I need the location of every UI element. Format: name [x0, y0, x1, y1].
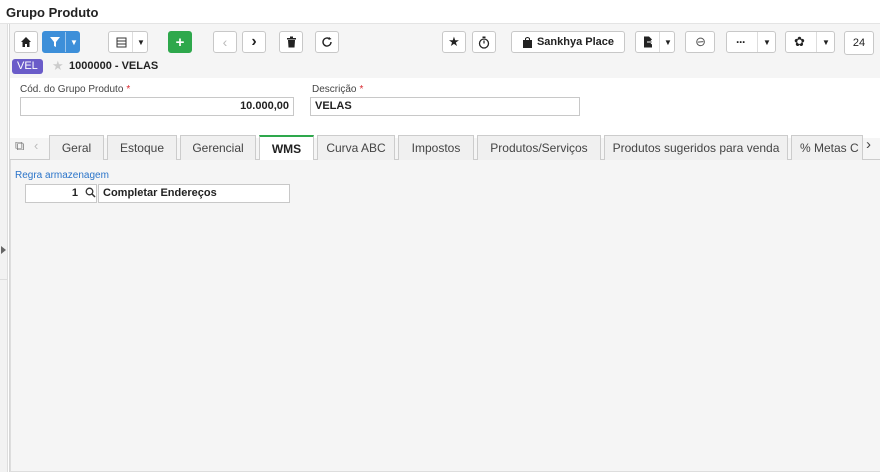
tab-produtos-sugeridos[interactable]: Produtos sugeridos para venda [604, 135, 788, 160]
expand-arrow-icon[interactable] [1, 246, 6, 254]
window-title-bar: Grupo Produto [0, 0, 880, 24]
grid-view-button[interactable]: ▼ [108, 31, 148, 53]
rail-divider [0, 279, 8, 280]
tab-wms[interactable]: WMS [259, 135, 314, 161]
description-field[interactable]: VELAS [310, 97, 580, 116]
refresh-icon [322, 37, 332, 47]
sankhya-place-label: Sankhya Place [536, 36, 615, 48]
left-collapse-rail[interactable] [0, 24, 8, 472]
main-panel: ▼ ▼ + ‹ › ★ Sankhya Place ▼ ⊘ ··· ▼ ✿ ▼ … [9, 24, 880, 472]
record-header: VEL ★ 1000000 - VELAS [10, 58, 880, 76]
filter-button[interactable]: ▼ [42, 31, 80, 53]
paperclip-icon: ⊘ [691, 32, 710, 51]
trash-icon [286, 36, 296, 48]
add-button[interactable]: + [168, 31, 192, 53]
more-actions-button[interactable]: ··· ▼ [726, 31, 776, 53]
required-asterisk: * [126, 84, 131, 95]
export-dropdown-icon[interactable]: ▼ [664, 38, 672, 47]
storage-rule-label: Regra armazenagem [15, 170, 109, 181]
notification-counter[interactable]: 24 [844, 31, 874, 55]
search-icon[interactable] [85, 187, 96, 198]
notification-count: 24 [852, 37, 866, 49]
tabs-scroll-left-icon[interactable]: ‹ [34, 138, 38, 153]
next-record-button[interactable]: › [242, 31, 266, 53]
gear-icon: ✿ [794, 34, 805, 49]
stopwatch-icon [478, 36, 490, 49]
delete-button[interactable] [279, 31, 303, 53]
code-field[interactable]: 10.000,00 [20, 97, 294, 116]
record-tag: VEL [12, 59, 43, 74]
settings-button[interactable]: ✿ ▼ [785, 31, 835, 53]
header-form: Cód. do Grupo Produto * 10.000,00 Descriç… [10, 78, 880, 138]
wms-tab-content: Regra armazenagem 1 Completar Endereços [10, 160, 880, 472]
tab-impostos[interactable]: Impostos [398, 135, 474, 160]
chevron-right-icon: › [251, 33, 257, 50]
refresh-button[interactable] [315, 31, 339, 53]
sankhya-place-button[interactable]: Sankhya Place [511, 31, 625, 53]
tabs-scroll-right-icon[interactable]: › [866, 136, 871, 153]
tab-strip: ⧉ ‹ Geral Estoque Gerencial WMS Curva AB… [10, 134, 880, 161]
home-button[interactable] [14, 31, 38, 53]
more-dropdown-icon[interactable]: ▼ [763, 38, 771, 47]
description-label: Descrição * [312, 84, 364, 95]
tab-metas[interactable]: % Metas C [791, 135, 863, 160]
view-dropdown-icon[interactable]: ▼ [137, 38, 145, 47]
favorite-button[interactable]: ★ [442, 31, 466, 53]
toolbar: ▼ ▼ + ‹ › ★ Sankhya Place ▼ ⊘ ··· ▼ ✿ ▼ … [10, 26, 880, 58]
timer-button[interactable] [472, 31, 496, 53]
record-title: 1000000 - VELAS [69, 60, 159, 72]
more-dots-icon: ··· [736, 35, 746, 49]
home-icon [21, 37, 31, 47]
tabs-overview-icon[interactable]: ⧉ [15, 138, 24, 154]
export-button[interactable]: ▼ [635, 31, 675, 53]
window-title: Grupo Produto [6, 5, 99, 20]
export-icon [644, 36, 654, 48]
chevron-left-icon: ‹ [222, 34, 228, 50]
previous-record-button[interactable]: ‹ [213, 31, 237, 53]
filter-icon [50, 37, 60, 47]
tab-gerencial[interactable]: Gerencial [180, 135, 256, 160]
tab-curva-abc[interactable]: Curva ABC [317, 135, 395, 160]
required-asterisk: * [359, 84, 364, 95]
tab-estoque[interactable]: Estoque [107, 135, 177, 160]
settings-dropdown-icon[interactable]: ▼ [822, 38, 830, 47]
plus-icon: + [175, 33, 185, 51]
grid-view-icon [116, 37, 127, 47]
filter-dropdown-icon[interactable]: ▼ [70, 38, 78, 47]
tab-produtos-servicos[interactable]: Produtos/Serviços [477, 135, 601, 160]
shopping-bag-icon [522, 36, 532, 48]
code-label: Cód. do Grupo Produto * [20, 84, 131, 95]
star-icon: ★ [448, 34, 460, 49]
storage-rule-description-field: Completar Endereços [98, 184, 290, 203]
favorite-star-icon[interactable]: ★ [52, 58, 64, 74]
tab-geral[interactable]: Geral [49, 135, 104, 160]
attach-button[interactable]: ⊘ [685, 31, 715, 53]
